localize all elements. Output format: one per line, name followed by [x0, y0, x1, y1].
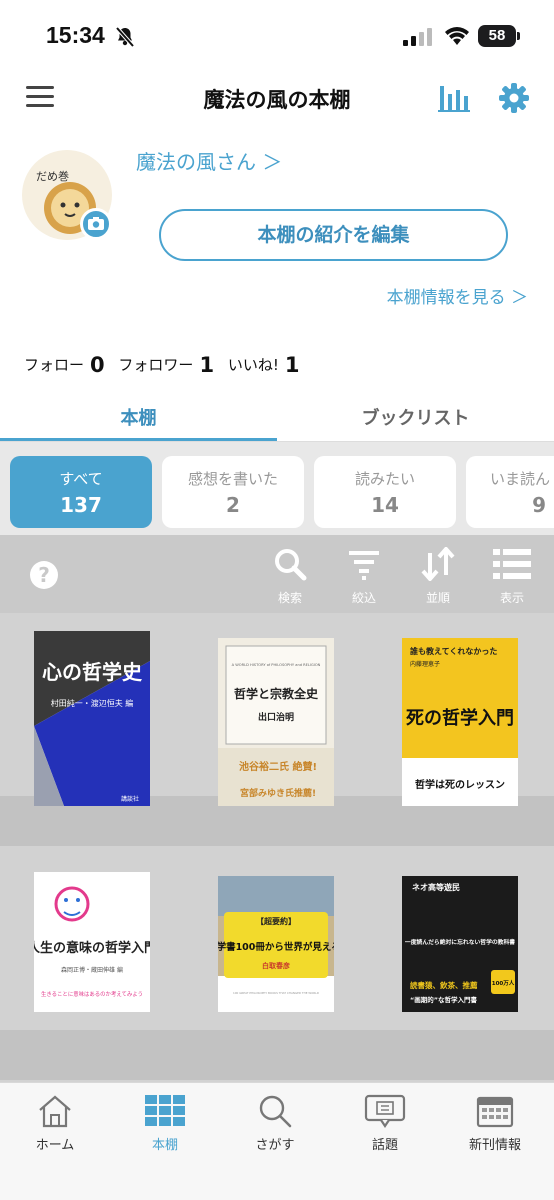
- book-footer: 100 GREAT PHILOSOPHY BOOKS THAT CHANGED …: [233, 991, 319, 995]
- filter-count: 14: [371, 493, 399, 517]
- book-title: 心の哲学史: [42, 660, 143, 684]
- filter-label: いま読ん: [490, 470, 551, 488]
- status-time: 15:34: [46, 22, 105, 48]
- nav-bookshelf[interactable]: 本棚: [110, 1094, 220, 1153]
- camera-icon[interactable]: [80, 208, 112, 240]
- follower-label[interactable]: フォロワー: [118, 356, 193, 374]
- sort-arrows-icon: [421, 545, 455, 583]
- filter-tool-button[interactable]: 絞込: [334, 547, 394, 606]
- book-authors: 森岡正博・蔵田伸雄 編: [61, 966, 123, 974]
- gear-icon[interactable]: [498, 82, 530, 118]
- filter-count: 137: [60, 493, 102, 517]
- tab-booklist[interactable]: ブックリスト: [277, 404, 554, 430]
- page-title: 魔法の風の本棚: [203, 88, 351, 112]
- search-icon: [259, 1095, 292, 1128]
- book-cover[interactable]: 心の哲学史 村田純一・渡辺恒夫 編 講談社: [34, 631, 150, 806]
- book-subtitle: A WORLD HISTORY of PHILOSOPHY and RELIGI…: [232, 663, 321, 667]
- nav-topics[interactable]: 話題: [330, 1094, 440, 1153]
- filter-label: 読みたい: [354, 470, 415, 488]
- home-icon: [39, 1095, 71, 1128]
- wifi-icon: [444, 26, 470, 50]
- nav-label: 本棚: [151, 1138, 178, 1153]
- book-band: 読書猿、飲茶、推薦: [410, 980, 478, 990]
- sort-tool-label: 並順: [425, 591, 450, 605]
- search-tool-label: 検索: [277, 591, 302, 605]
- tab-active-indicator: [0, 438, 277, 441]
- calendar-icon: [476, 1096, 514, 1128]
- like-count[interactable]: 1: [285, 353, 300, 377]
- nav-label: 新刊情報: [468, 1138, 521, 1153]
- sort-tool-button[interactable]: 並順: [408, 545, 468, 606]
- book-note: 白取春彦: [262, 961, 290, 970]
- nav-search[interactable]: さがす: [220, 1094, 330, 1153]
- nav-label: さがす: [255, 1138, 295, 1153]
- bar-chart-icon[interactable]: [438, 82, 470, 118]
- follow-stats: フォロー 0 フォロワー 1 いいね! 1: [24, 353, 308, 377]
- book-blurb: 宮部みゆき氏推薦!: [240, 787, 316, 799]
- filter-tool-label: 絞込: [351, 591, 376, 605]
- filter-reviewed[interactable]: 感想を書いた 2: [162, 456, 304, 528]
- nav-new-releases[interactable]: 新刊情報: [440, 1094, 550, 1153]
- filter-all[interactable]: すべて 137: [10, 456, 152, 528]
- book-cover[interactable]: 人生の意味の哲学入門 森岡正博・蔵田伸雄 編 生きることに意味はあるのか考えてみ…: [34, 872, 150, 1047]
- book-title: 一度読んだら絶対に忘れない哲学の教科書: [405, 938, 515, 946]
- list-view-icon: [493, 549, 531, 579]
- book-author: ネオ高等遊民: [412, 882, 460, 892]
- book-badge: 100万人: [492, 979, 515, 987]
- book-tagline: 生きることに意味はあるのか考えてみよう: [41, 990, 143, 998]
- book-title: 哲学と宗教全史: [234, 686, 319, 701]
- filter-reading-now[interactable]: いま読ん 9: [466, 456, 554, 528]
- nav-label: 話題: [371, 1138, 398, 1153]
- magnifier-icon: [275, 549, 307, 581]
- filter-label: すべて: [59, 470, 103, 488]
- filter-lines-icon: [349, 551, 379, 580]
- book-band: “画期的”な哲学入門書: [410, 995, 478, 1004]
- chat-icon: [364, 1094, 406, 1128]
- book-cover[interactable]: ネオ高等遊民 一度読んだら絶対に忘れない哲学の教科書 読書猿、飲茶、推薦 “画期…: [402, 876, 518, 1051]
- signal-icon: [403, 28, 433, 50]
- book-badge: 【超要約】: [256, 916, 296, 926]
- help-icon[interactable]: ?: [30, 561, 58, 589]
- book-cover[interactable]: A WORLD HISTORY of PHILOSOPHY and RELIGI…: [218, 638, 334, 813]
- nav-label: ホーム: [35, 1138, 75, 1153]
- username-link[interactable]: 魔法の風さん ＞: [136, 146, 282, 175]
- book-title: 人生の意味の哲学入門: [34, 940, 150, 956]
- follower-count[interactable]: 1: [199, 353, 214, 377]
- avatar-caption: だめ巻: [36, 170, 69, 183]
- edit-shelf-intro-button[interactable]: 本棚の紹介を編集: [159, 209, 508, 261]
- follow-label[interactable]: フォロー: [24, 356, 84, 374]
- filter-count: 9: [532, 493, 546, 517]
- book-blurb: 池谷裕二氏 絶賛!: [239, 760, 317, 773]
- book-title: 哲学書100冊から世界が見える!: [218, 941, 334, 953]
- book-tagline: 哲学は死のレッスン: [415, 778, 505, 791]
- book-publisher: 講談社: [121, 795, 139, 803]
- nav-home[interactable]: ホーム: [0, 1094, 110, 1153]
- shelf-info-link[interactable]: 本棚情報を見る ＞: [387, 283, 528, 308]
- filter-label: 感想を書いた: [187, 470, 278, 488]
- battery-tip: [517, 32, 520, 40]
- book-author: 内藤理恵子: [410, 660, 440, 668]
- bell-muted-icon: [114, 26, 136, 52]
- book-cover[interactable]: 【超要約】 哲学書100冊から世界が見える! 白取春彦 100 GREAT PH…: [218, 876, 334, 1051]
- follow-count[interactable]: 0: [90, 353, 105, 377]
- display-tool-label: 表示: [499, 591, 524, 605]
- like-label[interactable]: いいね!: [228, 356, 279, 374]
- search-tool-button[interactable]: 検索: [260, 547, 320, 606]
- book-top-text: 誰も教えてくれなかった: [410, 646, 497, 656]
- display-tool-button[interactable]: 表示: [482, 547, 542, 606]
- filter-want-to-read[interactable]: 読みたい 14: [314, 456, 456, 528]
- bookshelf-icon: [145, 1095, 185, 1126]
- book-authors: 村田純一・渡辺恒夫 編: [51, 698, 134, 708]
- book-author: 出口治明: [258, 711, 294, 723]
- book-title: 死の哲学入門: [406, 707, 514, 729]
- filter-count: 2: [226, 493, 240, 517]
- battery-indicator: 58: [478, 25, 516, 47]
- tab-bookshelf[interactable]: 本棚: [0, 404, 277, 430]
- book-cover[interactable]: 誰も教えてくれなかった 内藤理恵子 死の哲学入門 哲学は死のレッスン: [402, 638, 518, 813]
